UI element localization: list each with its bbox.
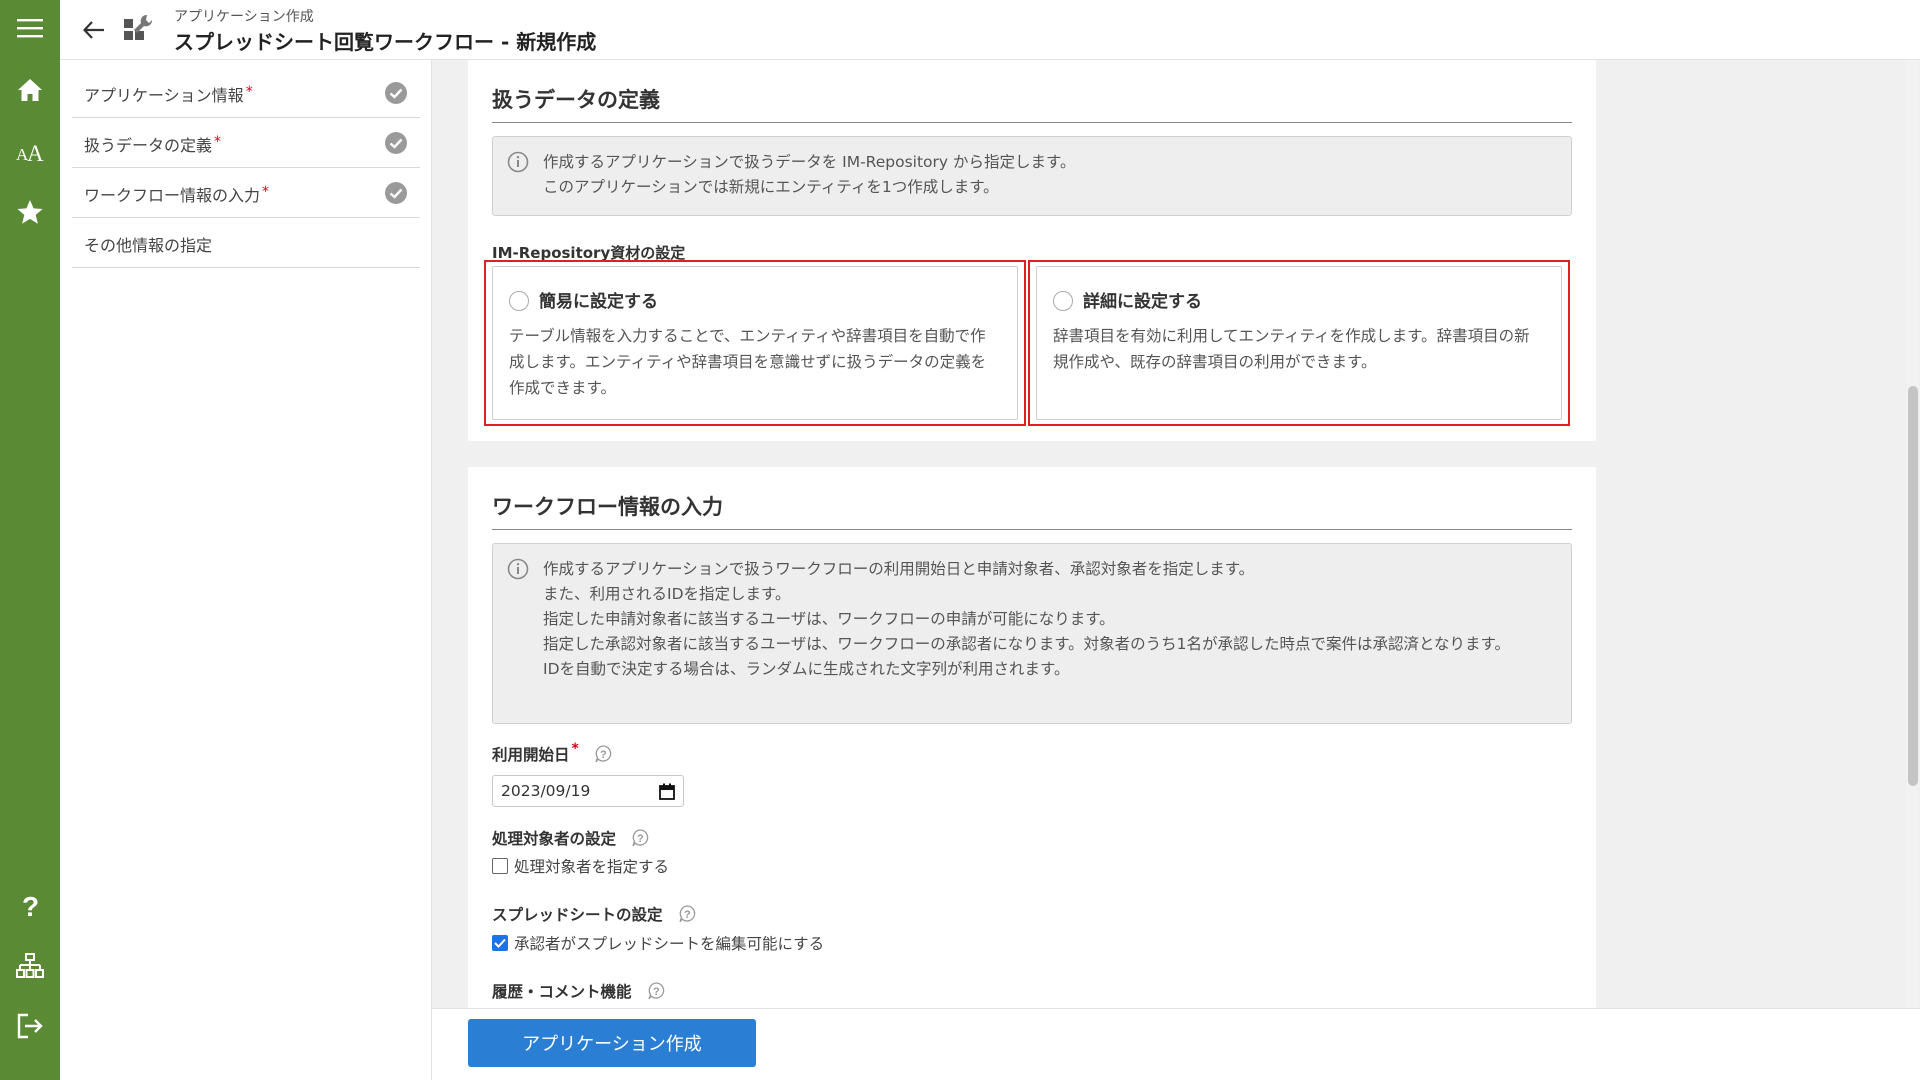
target-settings-label: 処理対象者の設定 ? <box>492 827 650 849</box>
option-description: テーブル情報を入力することで、エンティティや辞書項目を自動で作成します。エンティ… <box>509 327 987 397</box>
app-builder-icon <box>120 12 156 48</box>
svg-text:?: ? <box>22 892 39 920</box>
radio-button[interactable] <box>1053 291 1073 311</box>
svg-text:?: ? <box>653 986 660 998</box>
help-icon[interactable]: ? <box>0 882 60 930</box>
spreadsheet-edit-checkbox[interactable] <box>492 935 508 951</box>
info-box: 作成するアプリケーションで扱うワークフローの利用開始日と申請対象者、承認対象者を… <box>492 543 1572 724</box>
info-line: 指定した申請対象者に該当するユーザは、ワークフローの申請が可能になります。 <box>543 610 1115 628</box>
help-icon[interactable]: ? <box>677 904 697 924</box>
section-title: 扱うデータの定義 <box>492 84 1572 123</box>
info-icon <box>507 558 529 584</box>
help-icon[interactable]: ? <box>646 981 666 1001</box>
field-label-text: 処理対象者の設定 <box>492 830 617 848</box>
info-line: 指定した承認対象者に該当するユーザは、ワークフローの承認者になります。対象者のう… <box>543 635 1510 653</box>
target-checkbox-row[interactable]: 処理対象者を指定する <box>492 855 669 877</box>
check-circle-icon <box>384 131 408 159</box>
sidebar-item-label: 扱うデータの定義 * <box>84 132 221 156</box>
info-line: 作成するアプリケーションで扱うデータを IM-Repository から指定しま… <box>543 153 1076 171</box>
required-mark: * <box>262 184 270 200</box>
left-rail: AA ? <box>0 0 60 1080</box>
field-label-text: 利用開始日 <box>492 746 570 764</box>
spreadsheet-checkbox-row[interactable]: 承認者がスプレッドシートを編集可能にする <box>492 932 824 954</box>
sidebar-item-label: アプリケーション情報 * <box>84 82 253 106</box>
svg-text:?: ? <box>637 833 644 845</box>
start-date-input[interactable]: 2023/09/19 <box>492 775 684 807</box>
radio-button[interactable] <box>509 291 529 311</box>
calendar-icon[interactable] <box>659 783 675 804</box>
required-mark: * <box>245 84 253 100</box>
option-title: 詳細に設定する <box>1083 292 1202 312</box>
page-header: アプリケーション作成 スプレッドシート回覧ワークフロー - 新規作成 <box>60 0 1920 60</box>
history-comment-label: 履歴・コメント機能 ? <box>492 980 666 1002</box>
page-footer: アプリケーション作成 <box>432 1008 1920 1080</box>
start-date-label: 利用開始日 * ? <box>492 741 613 765</box>
sidebar-item-text: 扱うデータの定義 <box>84 136 213 155</box>
info-line: 作成するアプリケーションで扱うワークフローの利用開始日と申請対象者、承認対象者を… <box>543 560 1255 578</box>
check-circle-icon <box>384 81 408 109</box>
back-arrow-icon[interactable] <box>78 14 110 46</box>
option-title: 簡易に設定する <box>539 292 658 312</box>
sidebar-item-data-definition[interactable]: 扱うデータの定義 * <box>72 118 420 168</box>
wizard-sidebar: アプリケーション情報 * 扱うデータの定義 * ワークフロー情報の入力 * その他情報… <box>60 60 432 1080</box>
sitemap-icon[interactable] <box>0 942 60 990</box>
svg-text:?: ? <box>600 749 607 761</box>
breadcrumb[interactable]: アプリケーション作成 <box>174 6 314 26</box>
logout-icon[interactable] <box>0 1002 60 1050</box>
sidebar-item-text: アプリケーション情報 <box>84 86 244 105</box>
info-line: IDを自動で決定する場合は、ランダムに生成された文字列が利用されます。 <box>543 660 1070 678</box>
field-label-text: 履歴・コメント機能 <box>492 983 632 1001</box>
main-content: 扱うデータの定義 作成するアプリケーションで扱うデータを IM-Reposito… <box>432 60 1920 1008</box>
sidebar-item-workflow-info[interactable]: ワークフロー情報の入力 * <box>72 168 420 218</box>
create-application-button[interactable]: アプリケーション作成 <box>468 1019 756 1067</box>
option-simple-setting[interactable]: 簡易に設定する テーブル情報を入力することで、エンティティや辞書項目を自動で作成… <box>492 266 1018 420</box>
info-line: このアプリケーションでは新規にエンティティを1つ作成します。 <box>543 178 999 196</box>
sidebar-item-label: その他情報の指定 <box>84 232 212 256</box>
svg-text:A: A <box>27 141 44 164</box>
page-title: スプレッドシート回覧ワークフロー - 新規作成 <box>174 30 597 54</box>
info-line: また、利用されるIDを指定します。 <box>543 585 791 603</box>
scrollbar-thumb[interactable] <box>1908 386 1918 786</box>
checkbox-label[interactable]: 処理対象者を指定する <box>514 855 669 877</box>
font-icon[interactable]: AA <box>0 128 60 176</box>
field-label-text: スプレッドシートの設定 <box>492 906 663 924</box>
data-definition-card: 扱うデータの定義 作成するアプリケーションで扱うデータを IM-Reposito… <box>468 60 1596 441</box>
target-checkbox[interactable] <box>492 858 508 874</box>
info-box: 作成するアプリケーションで扱うデータを IM-Repository から指定しま… <box>492 136 1572 216</box>
option-description: 辞書項目を有効に利用してエンティティを作成します。辞書項目の新規作成や、既存の辞… <box>1053 327 1530 371</box>
spreadsheet-settings-label: スプレッドシートの設定 ? <box>492 903 697 925</box>
checkbox-label[interactable]: 承認者がスプレッドシートを編集可能にする <box>514 932 824 954</box>
sidebar-item-app-info[interactable]: アプリケーション情報 * <box>72 68 420 118</box>
star-icon[interactable] <box>0 188 60 236</box>
sidebar-item-text: ワークフロー情報の入力 <box>84 186 261 205</box>
workflow-info-card: ワークフロー情報の入力 作成するアプリケーションで扱うワークフローの利用開始日と… <box>468 467 1596 1008</box>
menu-icon[interactable] <box>0 4 60 52</box>
section-title: ワークフロー情報の入力 <box>492 491 1572 530</box>
svg-text:?: ? <box>684 909 691 921</box>
option-detailed-setting[interactable]: 詳細に設定する 辞書項目を有効に利用してエンティティを作成します。辞書項目の新規… <box>1036 266 1562 420</box>
sidebar-item-label: ワークフロー情報の入力 * <box>84 182 269 206</box>
info-icon <box>507 151 529 177</box>
check-circle-icon <box>384 181 408 209</box>
help-icon[interactable]: ? <box>630 828 650 848</box>
info-text: 作成するアプリケーションで扱うデータを IM-Repository から指定しま… <box>543 150 1553 200</box>
required-mark: * <box>571 741 579 757</box>
date-value: 2023/09/19 <box>501 782 591 800</box>
help-icon[interactable]: ? <box>593 744 613 764</box>
info-text: 作成するアプリケーションで扱うワークフローの利用開始日と申請対象者、承認対象者を… <box>543 557 1553 682</box>
sidebar-item-other-info[interactable]: その他情報の指定 <box>72 218 420 268</box>
sidebar-item-text: その他情報の指定 <box>84 236 213 255</box>
home-icon[interactable] <box>0 66 60 114</box>
required-mark: * <box>214 134 222 150</box>
